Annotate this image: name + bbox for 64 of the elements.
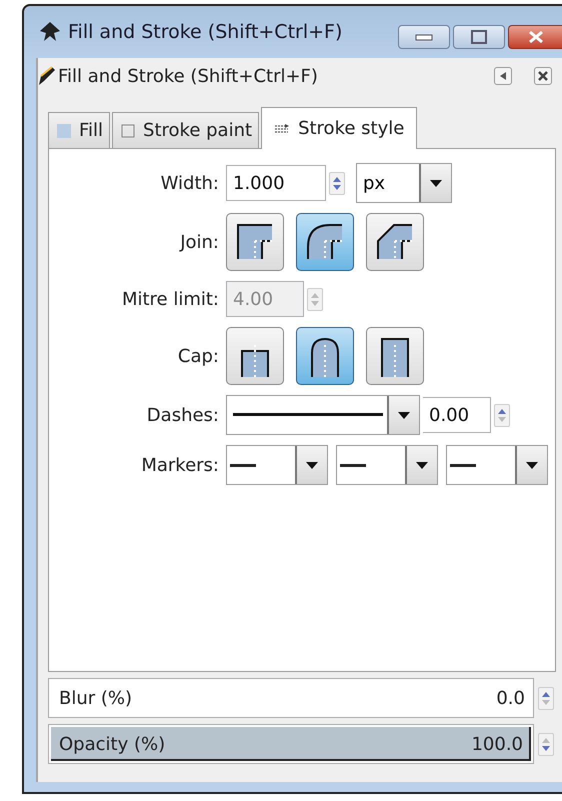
join-button[interactable] (296, 213, 354, 271)
left-arrow-icon (499, 71, 507, 81)
field-label: Mitre limit: (120, 288, 219, 310)
dash-offset-field[interactable]: 0.00 (423, 397, 491, 433)
field-label: Markers: (140, 454, 219, 476)
spin-buttons[interactable] (494, 404, 510, 426)
dropdown-arrow-icon (398, 412, 410, 418)
dropdown-arrow-icon (526, 462, 538, 468)
marker-dropdown[interactable] (226, 445, 328, 485)
down-arrow-icon (333, 184, 341, 190)
width-field[interactable]: 1.000 (226, 165, 326, 201)
spin-buttons[interactable] (329, 172, 345, 194)
join-button[interactable] (226, 213, 284, 271)
fill-swatch-icon (57, 124, 71, 138)
window-title: Fill and Stroke (Shift+Ctrl+F) (68, 21, 342, 43)
field-label: Cap: (176, 346, 219, 366)
pen-icon (38, 66, 56, 86)
field-label: Join: (178, 232, 219, 252)
spin-buttons[interactable] (538, 686, 554, 710)
dropdown-arrow-icon (430, 180, 442, 186)
close-icon (538, 71, 548, 81)
opacity-slider[interactable]: Opacity (%) 100.0 (48, 724, 534, 764)
blur-field[interactable]: Blur (%) 0.0 (48, 678, 534, 718)
join-button[interactable] (366, 213, 424, 271)
no-marker-icon (450, 464, 476, 466)
down-arrow-icon (311, 300, 319, 306)
down-arrow-icon (542, 700, 550, 706)
up-arrow-icon (498, 408, 506, 414)
minimize-button[interactable] (398, 25, 450, 49)
close-icon (526, 30, 544, 44)
field-label: Width: (160, 172, 219, 194)
maximize-button[interactable] (453, 25, 505, 49)
unit-dropdown[interactable]: px (356, 163, 452, 203)
collapse-button[interactable] (494, 67, 512, 85)
cap-button[interactable] (296, 327, 354, 385)
marker-dropdown[interactable] (446, 445, 548, 485)
cap-button[interactable] (226, 327, 284, 385)
up-arrow-icon (542, 690, 550, 696)
down-arrow-icon (542, 746, 550, 752)
tab[interactable]: Stroke style (261, 107, 418, 149)
no-marker-icon (230, 464, 256, 466)
close-button[interactable] (508, 25, 562, 49)
down-arrow-icon (498, 416, 506, 422)
up-arrow-icon (333, 176, 341, 182)
close-panel-button[interactable] (534, 67, 552, 85)
no-marker-icon (340, 464, 366, 466)
up-arrow-icon (311, 292, 319, 298)
tab[interactable]: Stroke paint (112, 112, 260, 148)
dropdown-arrow-icon (416, 462, 428, 468)
dropdown-arrow-icon (306, 462, 318, 468)
panel-title: Fill and Stroke (Shift+Ctrl+F) (58, 66, 318, 86)
marker-dropdown[interactable] (336, 445, 438, 485)
up-arrow-icon (542, 736, 550, 742)
tab[interactable]: Fill (48, 112, 110, 148)
app-icon (38, 21, 62, 43)
stroke-style-icon (274, 122, 290, 134)
maximize-icon (471, 30, 487, 44)
minimize-icon (415, 33, 433, 41)
field-label: Dashes: (146, 404, 219, 426)
cap-button[interactable] (366, 327, 424, 385)
stroke-swatch-icon (121, 124, 136, 138)
dash-pattern-dropdown[interactable] (226, 395, 420, 435)
solid-line-icon (233, 413, 383, 417)
spin-buttons[interactable] (538, 732, 554, 756)
